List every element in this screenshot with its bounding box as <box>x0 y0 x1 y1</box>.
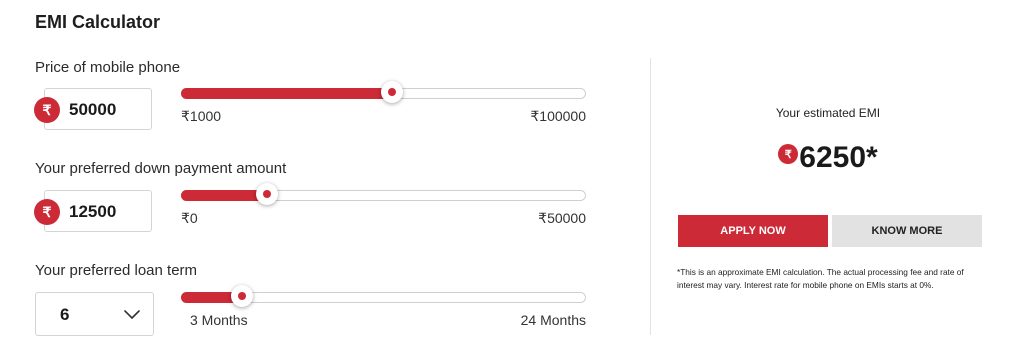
estimated-emi: ₹ 6250* <box>675 140 981 176</box>
chevron-down-icon <box>124 310 140 319</box>
loan-term-select[interactable]: 6 <box>35 292 154 336</box>
loan-term-label: Your preferred loan term <box>35 262 198 279</box>
price-slider[interactable] <box>181 81 586 103</box>
rupee-icon: ₹ <box>34 97 60 123</box>
price-max-label: ₹100000 <box>530 108 586 124</box>
loan-term-selected: 6 <box>60 305 70 324</box>
estimated-emi-value: 6250* <box>799 141 878 174</box>
down-payment-slider-thumb[interactable] <box>255 183 278 205</box>
divider <box>650 58 651 335</box>
know-more-button[interactable]: KNOW MORE <box>832 215 982 247</box>
calculator-title: EMI Calculator <box>35 12 161 32</box>
down-payment-value: 12500 <box>69 202 117 221</box>
apply-now-button[interactable]: APPLY NOW <box>678 215 828 247</box>
loan-term-min-label: 3 Months <box>190 312 248 328</box>
disclaimer-text: *This is an approximate EMI calculation.… <box>677 267 964 290</box>
price-slider-thumb[interactable] <box>380 81 403 103</box>
rupee-icon: ₹ <box>778 144 799 164</box>
loan-term-max-label: 24 Months <box>520 312 586 328</box>
loan-term-slider[interactable] <box>181 285 586 307</box>
down-payment-max-label: ₹50000 <box>538 210 586 226</box>
loan-term-slider-thumb[interactable] <box>231 285 254 307</box>
price-slider-fill <box>181 88 391 99</box>
rupee-icon: ₹ <box>34 199 60 225</box>
down-payment-min-label: ₹0 <box>181 210 198 226</box>
down-payment-slider-fill <box>181 190 266 201</box>
price-min-label: ₹1000 <box>181 108 222 124</box>
price-value: 50000 <box>69 100 117 119</box>
down-payment-slider[interactable] <box>181 183 586 205</box>
down-payment-label: Your preferred down payment amount <box>35 160 287 177</box>
down-payment-input[interactable]: 12500 <box>44 190 152 232</box>
price-label: Price of mobile phone <box>35 59 181 76</box>
estimated-emi-caption: Your estimated EMI <box>775 106 881 120</box>
price-input[interactable]: 50000 <box>44 88 152 130</box>
